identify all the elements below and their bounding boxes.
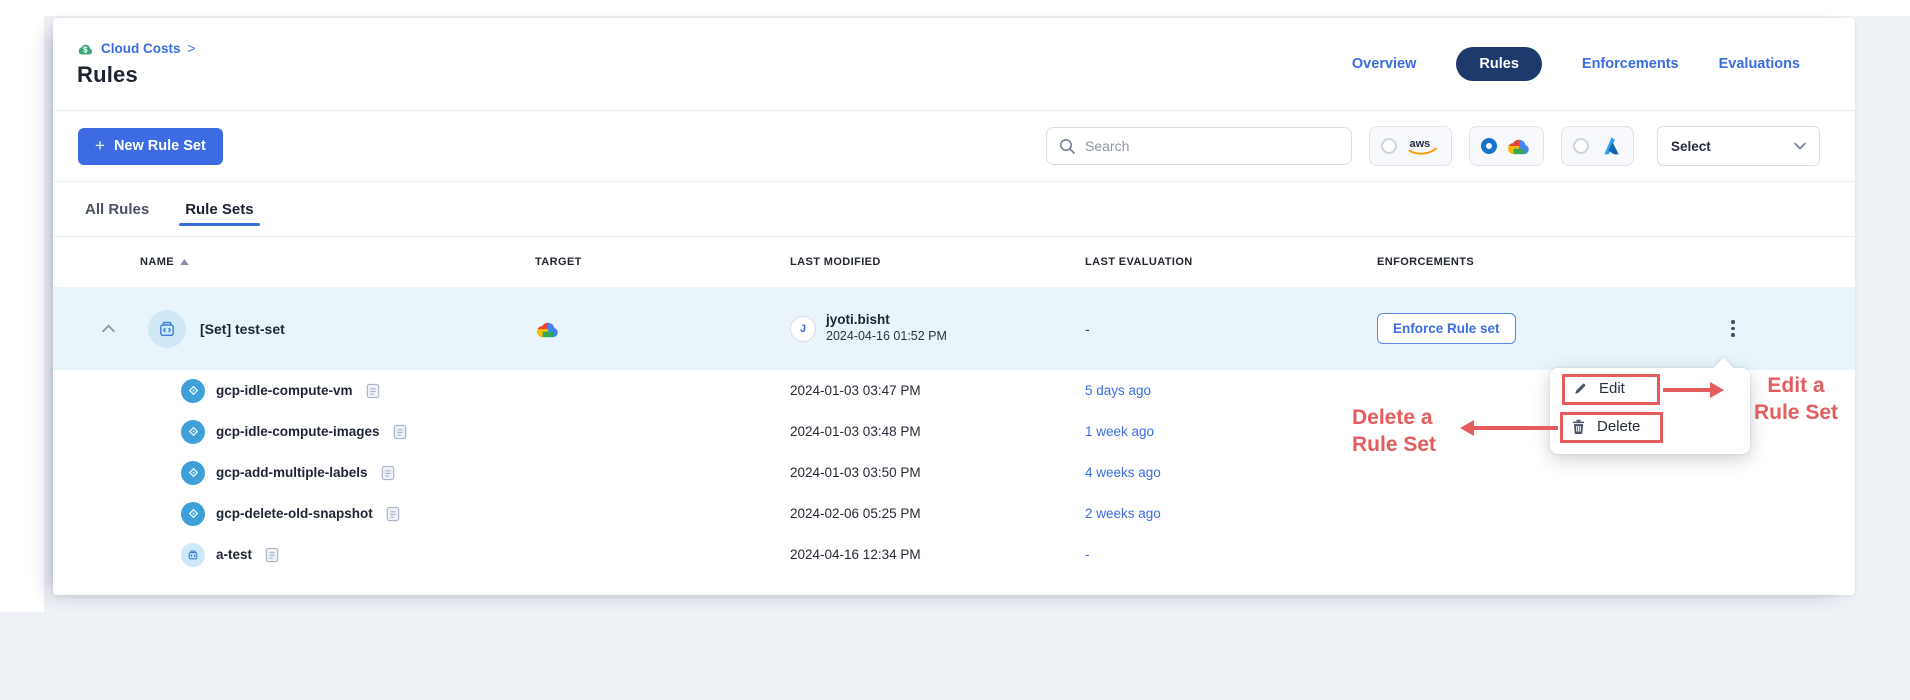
breadcrumb-separator: > [188,41,196,56]
rule-set-icon [148,310,186,348]
column-header-enforcements[interactable]: ENFORCEMENTS [1377,256,1717,268]
rule-row[interactable]: gcp-delete-old-snapshot 2024-02-06 05:25… [53,493,1855,534]
svg-text:aws: aws [1409,138,1430,150]
rule-icon [181,420,205,444]
top-nav: Overview Rules Enforcements Evaluations [1352,47,1800,81]
rule-name: gcp-delete-old-snapshot [216,506,373,521]
gcp-target-icon [535,316,561,342]
copy-document-icon[interactable] [386,506,400,522]
search-box[interactable] [1046,127,1352,165]
azure-radio[interactable] [1573,138,1589,154]
new-rule-set-label: New Rule Set [114,138,206,154]
menu-item-edit[interactable]: Edit [1573,380,1625,397]
cloud-filter-select[interactable]: Select [1657,126,1820,166]
rule-last-evaluation-link[interactable]: 2 weeks ago [1085,506,1377,521]
rule-last-evaluation-link[interactable]: 4 weeks ago [1085,465,1377,480]
rule-name: gcp-add-multiple-labels [216,465,368,480]
avatar: J [790,316,816,342]
provider-chip-aws[interactable]: aws [1369,126,1452,166]
trash-icon [1571,419,1586,435]
nav-overview[interactable]: Overview [1352,56,1417,72]
column-header-last-evaluation[interactable]: LAST EVALUATION [1085,256,1377,268]
rule-last-modified: 2024-02-06 05:25 PM [790,506,1085,521]
collapse-chevron-icon[interactable] [101,323,119,335]
breadcrumb[interactable]: $ Cloud Costs > [77,41,195,56]
azure-logo-icon [1598,134,1622,158]
rule-name: a-test [216,547,252,562]
rule-last-evaluation-link[interactable]: - [1085,547,1377,562]
rule-last-modified: 2024-01-03 03:50 PM [790,465,1085,480]
column-header-name[interactable]: NAME [140,256,535,268]
svg-text:$: $ [83,45,88,54]
page-title: Rules [77,62,195,88]
modified-date: 2024-04-16 01:52 PM [826,329,947,345]
modified-by: jyoti.bisht [826,312,947,329]
page-header: $ Cloud Costs > Rules Overview Rules Enf… [53,18,1855,110]
rule-row[interactable]: a-test 2024-04-16 12:34 PM - [53,534,1855,575]
rule-icon [181,461,205,485]
row-context-menu: Edit Delete [1550,368,1750,454]
pencil-icon [1573,381,1588,396]
copy-document-icon[interactable] [393,424,407,440]
new-rule-set-button[interactable]: + New Rule Set [78,128,223,165]
gcp-radio[interactable] [1481,138,1497,154]
provider-chip-azure[interactable] [1561,126,1634,166]
toolbar: + New Rule Set aws [53,110,1855,182]
search-input[interactable] [1085,138,1339,154]
copy-document-icon[interactable] [381,465,395,481]
gcp-logo-icon [1506,133,1532,159]
rule-set-last-evaluation: - [1085,321,1377,337]
rule-last-modified: 2024-01-03 03:48 PM [790,424,1085,439]
aws-logo-icon: aws [1406,135,1440,157]
breadcrumb-label[interactable]: Cloud Costs [101,41,181,56]
select-value: Select [1671,139,1711,154]
tab-rule-sets[interactable]: Rule Sets [185,182,253,236]
rule-name: gcp-idle-compute-vm [216,383,353,398]
sort-asc-icon[interactable] [180,259,189,265]
row-menu-kebab-icon[interactable] [1721,317,1745,341]
tab-all-rules[interactable]: All Rules [85,182,149,236]
aws-radio[interactable] [1381,138,1397,154]
nav-evaluations[interactable]: Evaluations [1719,56,1800,72]
rule-last-evaluation-link[interactable]: 5 days ago [1085,383,1377,398]
cloud-costs-icon: $ [77,41,94,56]
rule-set-name: [Set] test-set [200,321,285,337]
rule-name: gcp-idle-compute-images [216,424,380,439]
rules-tabs: All Rules Rule Sets [53,182,1855,237]
nav-enforcements[interactable]: Enforcements [1582,56,1679,72]
column-header-last-modified[interactable]: LAST MODIFIED [790,256,1085,268]
copy-document-icon[interactable] [366,383,380,399]
rule-row[interactable]: gcp-add-multiple-labels 2024-01-03 03:50… [53,452,1855,493]
page-left-strip [0,0,44,612]
rule-set-small-icon [181,543,205,567]
page-top-strip [0,0,1910,16]
enforce-rule-set-button[interactable]: Enforce Rule set [1377,313,1516,344]
rule-last-modified: 2024-01-03 03:47 PM [790,383,1085,398]
column-header-target[interactable]: TARGET [535,256,790,268]
provider-chip-gcp[interactable] [1469,126,1544,166]
table-header: NAME TARGET LAST MODIFIED LAST EVALUATIO… [53,237,1855,287]
chevron-down-icon [1794,142,1806,150]
nav-rules[interactable]: Rules [1456,47,1542,81]
menu-item-delete[interactable]: Delete [1571,418,1640,435]
rule-last-evaluation-link[interactable]: 1 week ago [1085,424,1377,439]
plus-icon: + [95,136,105,156]
rule-icon [181,379,205,403]
rule-icon [181,502,205,526]
rule-last-modified: 2024-04-16 12:34 PM [790,547,1085,562]
copy-document-icon[interactable] [265,547,279,563]
rules-page-card: $ Cloud Costs > Rules Overview Rules Enf… [53,18,1855,595]
search-icon [1059,138,1076,155]
rule-set-row[interactable]: [Set] test-set J jyoti.bisht 2024- [53,287,1855,370]
